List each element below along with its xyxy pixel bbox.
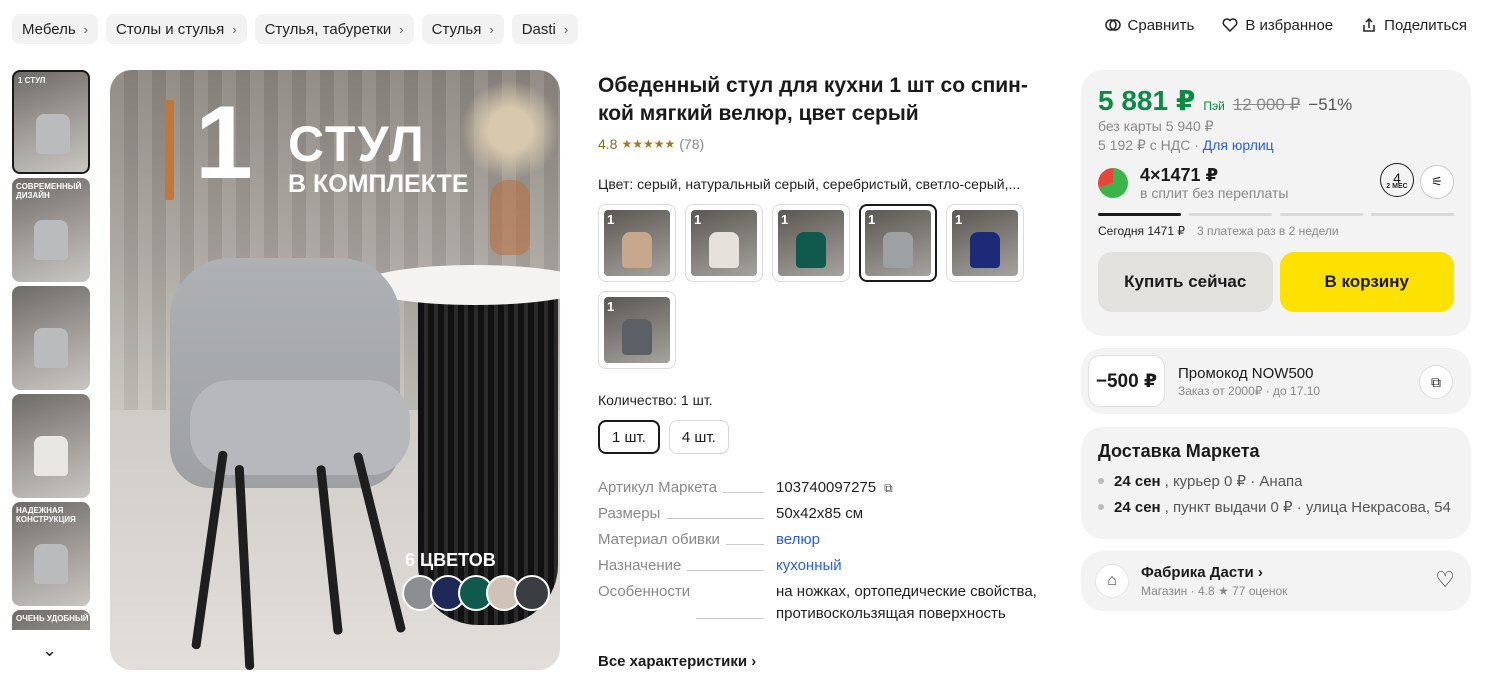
- pay-badge: Пэй: [1203, 99, 1225, 113]
- favorites-button[interactable]: В избранное: [1221, 16, 1333, 34]
- thumbnail-6[interactable]: ОЧЕНЬ УДОБНЫЙ: [12, 610, 90, 630]
- delivery-option-courier[interactable]: 24 сен, курьер 0 ₽ · Анапа: [1098, 472, 1454, 490]
- rating[interactable]: 4.8 ★★★★★ (78): [598, 136, 704, 152]
- spec-link-material[interactable]: велюр: [776, 529, 1038, 551]
- chevron-right-icon: ›: [489, 21, 494, 37]
- delivery-title: Доставка Маркета: [1098, 441, 1260, 461]
- buy-card: 5 881 ₽ Пэй 12 000 ₽ −51% без карты 5 94…: [1081, 70, 1471, 336]
- breadcrumb-item-brand[interactable]: Dasti ›: [511, 14, 579, 44]
- copy-icon[interactable]: ⧉: [1419, 365, 1453, 399]
- spec-row: Артикул Маркета 103740097275 ⧉: [598, 477, 1038, 499]
- share-icon: [1363, 17, 1375, 32]
- color-variant[interactable]: 1: [772, 204, 850, 282]
- specs-list: Артикул Маркета 103740097275 ⧉ Размеры 50…: [598, 477, 1038, 629]
- shop-rating: Магазин · 4.8 ★ 77 оценок: [1141, 584, 1288, 598]
- chevron-down-icon[interactable]: ⌄: [42, 640, 57, 661]
- thumbnail-5[interactable]: НАДЕЖНАЯ КОНСТРУКЦИЯ: [12, 502, 90, 606]
- store-icon: ⌂: [1095, 564, 1129, 598]
- heart-icon: [1222, 18, 1238, 33]
- spec-row: Особенности на ножках, ортопедические св…: [598, 581, 1038, 625]
- delivery-card: Доставка Маркета 24 сен, курьер 0 ₽ · Ан…: [1081, 427, 1471, 539]
- spec-row: Материал обивки велюр: [598, 529, 1038, 551]
- split-logo-icon: [1098, 168, 1128, 198]
- all-specs-link[interactable]: Все характеристики ›: [598, 653, 756, 670]
- chevron-right-icon: ›: [83, 21, 89, 37]
- color-swatch: [514, 575, 550, 611]
- color-selection-label: Цвет: серый, натуральный серый, серебрис…: [598, 176, 1021, 192]
- share-button[interactable]: Поделиться: [1360, 16, 1467, 34]
- add-to-cart-button[interactable]: В корзину: [1279, 252, 1454, 312]
- color-variant[interactable]: 1: [859, 204, 937, 282]
- breadcrumb-item-chairs[interactable]: Стулья ›: [421, 14, 504, 44]
- color-swatches: [402, 575, 550, 611]
- price-without-card: без карты 5 940 ₽: [1098, 118, 1214, 134]
- chevron-right-icon: ›: [563, 21, 569, 37]
- shop-name: Фабрика Дасти ›: [1141, 564, 1263, 581]
- thumbnail-4[interactable]: [12, 394, 90, 498]
- breadcrumb: Мебель › Столы и стулья › Стулья, табуретк…: [12, 14, 579, 44]
- chevron-right-icon: ›: [399, 21, 404, 37]
- buy-now-button[interactable]: Купить сейчас: [1098, 252, 1273, 312]
- star-icon: ★★★★★: [621, 137, 676, 151]
- discount: −51%: [1308, 95, 1353, 114]
- quantity-option-4[interactable]: 4 шт.: [668, 420, 729, 454]
- quantity-option-1[interactable]: 1 шт.: [598, 420, 660, 454]
- reviews-count: (78): [679, 136, 705, 152]
- compare-icon: [1104, 19, 1121, 31]
- product-title: Обеденный стул для кухни 1 шт со спин-ко…: [598, 74, 1028, 125]
- delivery-option-pickup[interactable]: 24 сен, пункт выдачи 0 ₽ · улица Некрасо…: [1098, 498, 1454, 516]
- copy-icon[interactable]: ⧉: [884, 477, 893, 499]
- price: 5 881 ₽: [1098, 85, 1196, 116]
- thumbnail-2[interactable]: СОВРЕМЕННЫЙ ДИЗАЙН: [12, 178, 90, 282]
- old-price: 12 000 ₽: [1232, 95, 1301, 114]
- promo-card[interactable]: −500 ₽ Промокод NOW500 Заказ от 2000₽ · …: [1081, 348, 1471, 414]
- color-variants: 111111: [598, 204, 1038, 369]
- promo-badge: −500 ₽: [1088, 355, 1165, 407]
- quantity-options: 1 шт. 4 шт.: [598, 420, 729, 454]
- breadcrumb-item-chairs-stools[interactable]: Стулья, табуретки ›: [254, 14, 414, 44]
- color-variant[interactable]: 1: [598, 204, 676, 282]
- months-selector[interactable]: 42 МЕС: [1380, 163, 1414, 197]
- breadcrumb-item-tables-chairs[interactable]: Столы и стулья ›: [106, 14, 247, 44]
- split-payment[interactable]: 4×1471 ₽ в сплит без переплаты 42 МЕС ⚟: [1098, 163, 1454, 201]
- legal-entity-link[interactable]: Для юрлиц: [1203, 137, 1274, 153]
- spec-row: Размеры 50x42x85 см: [598, 503, 1038, 525]
- shop-card[interactable]: ⌂ Фабрика Дасти › Магазин · 4.8 ★ 77 оце…: [1081, 551, 1471, 611]
- color-variant[interactable]: 1: [598, 291, 676, 369]
- thumbnail-strip: 1 СТУЛ СОВРЕМЕННЫЙ ДИЗАЙН НАДЕЖНАЯ КОНСТ…: [12, 70, 92, 630]
- split-progress: [1098, 213, 1454, 216]
- top-actions: Сравнить В избранное Поделиться: [1104, 16, 1467, 34]
- breadcrumb-item-furniture[interactable]: Мебель ›: [12, 14, 99, 44]
- thumbnail-3[interactable]: [12, 286, 90, 390]
- thumbnail-1[interactable]: 1 СТУЛ: [12, 70, 90, 174]
- color-variant[interactable]: 1: [946, 204, 1024, 282]
- main-product-image[interactable]: 1 СТУЛ В КОМПЛЕКТЕ 6 ЦВЕТОВ: [110, 70, 560, 670]
- split-schedule: Сегодня 1471 ₽3 платежа раз в 2 недели: [1098, 224, 1339, 238]
- settings-sliders-icon[interactable]: ⚟: [1420, 165, 1454, 199]
- compare-button[interactable]: Сравнить: [1104, 16, 1194, 34]
- spec-link-purpose[interactable]: кухонный: [776, 555, 1038, 577]
- quantity-label: Количество: 1 шт.: [598, 392, 713, 408]
- color-variant[interactable]: 1: [685, 204, 763, 282]
- heart-icon[interactable]: ♡: [1435, 567, 1455, 593]
- spec-row: Назначение кухонный: [598, 555, 1038, 577]
- chevron-right-icon: ›: [232, 21, 237, 37]
